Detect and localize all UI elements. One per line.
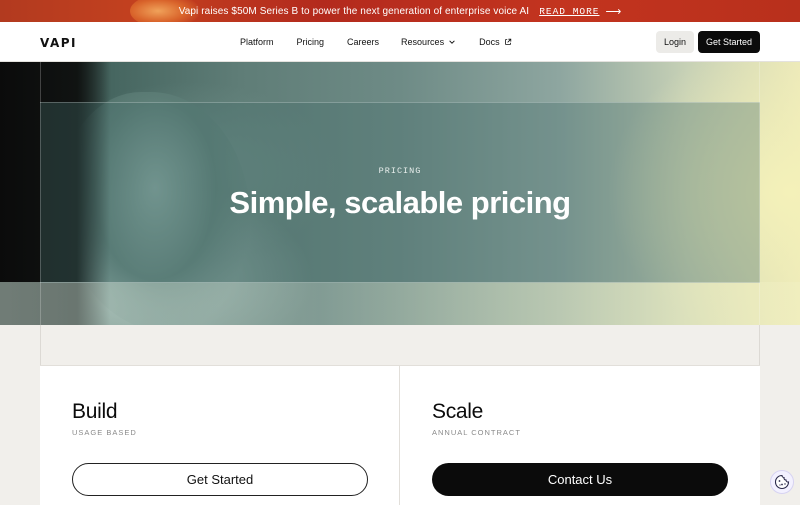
hero-glow	[0, 282, 800, 325]
page-title: Simple, scalable pricing	[229, 185, 571, 220]
arrow-right-icon: ⟶	[605, 5, 622, 18]
login-button[interactable]: Login	[656, 31, 694, 53]
get-started-button[interactable]: Get Started	[698, 31, 760, 53]
external-link-icon	[504, 38, 511, 45]
chevron-down-icon	[449, 40, 455, 44]
main-nav: Platform Pricing Careers Resources Docs	[240, 22, 512, 62]
announcement-bar[interactable]: Vapi raises $50M Series B to power the n…	[0, 0, 800, 28]
nav-item-label: Pricing	[296, 37, 325, 47]
hero-section: PRICING Simple, scalable pricing	[0, 62, 800, 325]
nav-item-resources[interactable]: Resources	[401, 37, 456, 47]
nav-item-label: Careers	[347, 37, 380, 47]
nav-item-platform[interactable]: Platform	[240, 37, 274, 47]
vapi-logo[interactable]: VAPI	[40, 36, 77, 50]
nav-item-label: Platform	[240, 37, 274, 47]
site-header: VAPI Platform Pricing Careers Resources …	[0, 22, 800, 62]
hero-eyebrow: PRICING	[378, 166, 422, 176]
plan-card-build: Build USAGE BASED Get Started	[40, 365, 400, 505]
read-more-link[interactable]: READ MORE	[539, 6, 599, 17]
nav-item-label: Docs	[479, 37, 500, 47]
nav-item-docs[interactable]: Docs	[479, 37, 512, 47]
nav-item-label: Resources	[401, 37, 445, 47]
build-get-started-button[interactable]: Get Started	[72, 463, 368, 496]
contact-us-button[interactable]: Contact Us	[432, 463, 728, 496]
plan-name: Build	[72, 400, 118, 423]
plan-card-scale: Scale ANNUAL CONTRACT Contact Us	[400, 365, 760, 505]
cookie-icon	[774, 474, 790, 490]
pricing-section: Build USAGE BASED Get Started Scale ANNU…	[0, 325, 800, 505]
nav-item-careers[interactable]: Careers	[347, 37, 379, 47]
announcement-message: Vapi raises $50M Series B to power the n…	[178, 5, 530, 17]
plan-name: Scale	[432, 400, 484, 423]
plan-subtitle: ANNUAL CONTRACT	[432, 428, 521, 437]
cookie-settings-button[interactable]	[770, 470, 794, 494]
nav-item-pricing[interactable]: Pricing	[297, 37, 325, 47]
plan-subtitle: USAGE BASED	[72, 428, 137, 437]
